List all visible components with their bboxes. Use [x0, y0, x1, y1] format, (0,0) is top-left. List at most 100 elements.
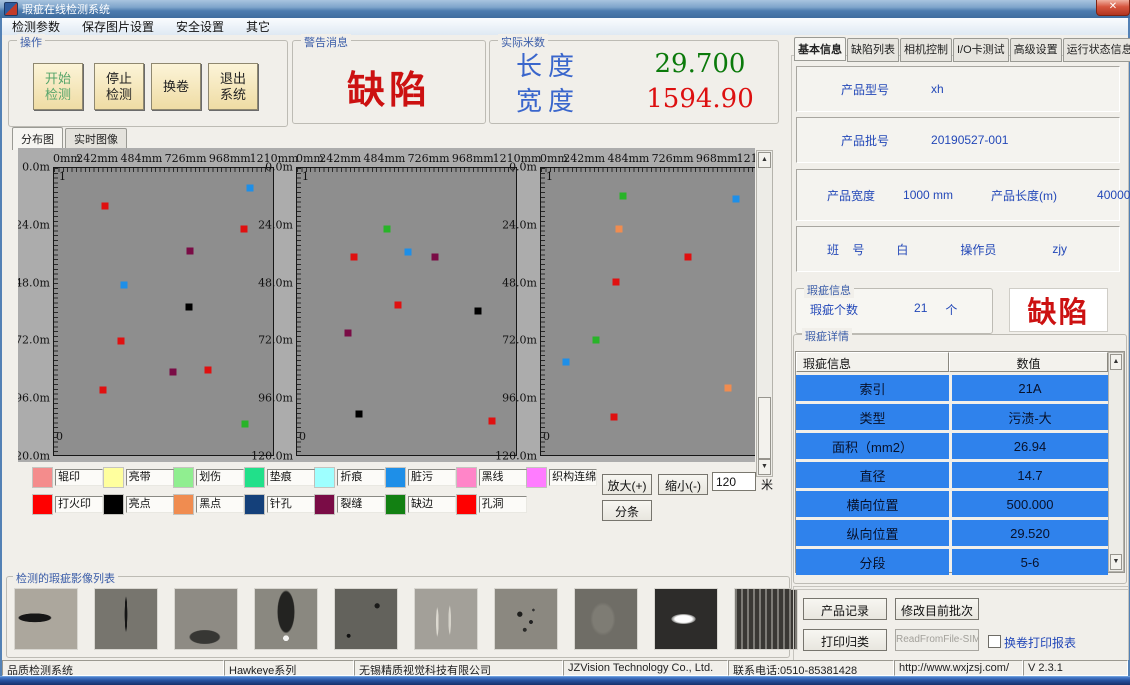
table-scrollbar[interactable]: ▲ ▼ [1108, 352, 1124, 572]
defect-point [431, 253, 438, 260]
defect-thumbnail[interactable] [654, 588, 718, 650]
legend-label: 织构连绵 [549, 469, 597, 486]
operator-label: 操作员 [960, 241, 996, 258]
app-icon [4, 2, 18, 16]
application-window: 瑕疵在线检测系统 ✕ 检测参数 保存图片设置 安全设置 其它 操作 开始检测 停… [0, 0, 1130, 685]
warning-group: 警告消息 缺陷 [292, 40, 486, 124]
scatter-plot[interactable]: 1 0 [540, 167, 755, 456]
meter-range-input[interactable] [712, 472, 756, 491]
defect-image-list-title: 检测的瑕疵影像列表 [13, 570, 118, 586]
product-width-value: 1000 mm [903, 188, 953, 202]
x-axis-labels: 0mm242mm484mm726mm968mm1210mm [53, 149, 274, 166]
legend-color-swatch [457, 495, 476, 514]
modify-batch-button[interactable]: 修改目前批次 [895, 598, 979, 620]
defect-point [102, 203, 109, 210]
strip-zero-label: 0 [299, 430, 306, 443]
scroll-thumb[interactable] [758, 397, 771, 459]
product-batch-value: 20190527-001 [931, 133, 1008, 147]
split-strips-button[interactable]: 分条 [602, 500, 652, 521]
table-row[interactable]: 类型污渍-大 [796, 404, 1124, 430]
defect-thumbnail[interactable] [494, 588, 558, 650]
scatter-plot[interactable]: 1 0 [296, 167, 517, 456]
defect-point [118, 338, 125, 345]
exit-system-button[interactable]: 退出系统 [208, 63, 258, 110]
defect-thumbnail[interactable] [94, 588, 158, 650]
defect-thumbnail[interactable] [174, 588, 238, 650]
main-content: 操作 开始检测 停止检测 换卷 退出系统 警告消息 缺陷 实际米数 长度 29.… [2, 35, 1128, 660]
print-classify-button[interactable]: 打印归类 [803, 629, 887, 651]
defect-thumbnail[interactable] [14, 588, 78, 650]
tab-defect-list[interactable]: 缺陷列表 [847, 38, 899, 62]
status-version: V 2.3.1 [1023, 660, 1128, 676]
table-row[interactable]: 分段5-6 [796, 549, 1124, 575]
menu-item-save-image-settings[interactable]: 保存图片设置 [82, 18, 154, 35]
scroll-up-icon[interactable]: ▲ [1110, 354, 1122, 370]
table-row[interactable]: 面积（mm2）26.94 [796, 433, 1124, 459]
legend-label: 划伤 [196, 469, 244, 486]
scatter-panel-2: 0mm242mm484mm726mm968mm1210mm 0.0m24.0m4… [263, 148, 517, 462]
defect-point [247, 185, 254, 192]
menu-item-security-settings[interactable]: 安全设置 [176, 18, 224, 35]
product-model-label: 产品型号 [841, 81, 889, 98]
legend-color-swatch [104, 495, 123, 514]
defect-point [592, 337, 599, 344]
scroll-up-icon[interactable]: ▲ [758, 152, 771, 168]
table-row[interactable]: 索引21A [796, 375, 1124, 401]
legend-color-swatch [386, 468, 405, 487]
close-button[interactable]: ✕ [1096, 0, 1130, 16]
zoom-in-button[interactable]: 放大(+) [602, 474, 652, 495]
legend-label: 垫痕 [267, 469, 315, 486]
zoom-out-button[interactable]: 缩小(-) [658, 474, 708, 495]
product-record-button[interactable]: 产品记录 [803, 598, 887, 620]
product-model-row: 产品型号 xh [796, 66, 1120, 112]
legend-item: 打火印 [33, 495, 104, 514]
legend-label: 打火印 [55, 496, 103, 513]
legend-item: 缺边 [386, 495, 457, 514]
defect-point [345, 330, 352, 337]
tab-running-status[interactable]: 运行状态信息 [1063, 38, 1130, 62]
print-report-checkbox[interactable] [988, 635, 1001, 648]
legend-item: 针孔 [245, 495, 316, 514]
scatter-panel-3: 0mm242mm484mm726mm968mm1210mm 0.0m24.0m4… [507, 148, 755, 462]
menu-item-other[interactable]: 其它 [246, 18, 270, 35]
defect-thumbnail[interactable] [734, 588, 798, 650]
legend-label: 缺边 [408, 496, 456, 513]
defect-count-unit: 个 [945, 301, 957, 318]
product-length-value: 40000 [1097, 188, 1130, 202]
tab-basic-info[interactable]: 基本信息 [794, 37, 846, 61]
legend-item: 裂缝 [315, 495, 386, 514]
table-row[interactable]: 横向位置500.000 [796, 491, 1124, 517]
scroll-down-icon[interactable]: ▼ [758, 459, 771, 475]
legend-label: 脏污 [408, 469, 456, 486]
width-label: 宽度 [516, 81, 636, 118]
legend-color-swatch [33, 495, 52, 514]
defect-point [355, 410, 362, 417]
tab-distribution-map[interactable]: 分布图 [12, 127, 63, 150]
defect-thumbnail[interactable] [254, 588, 318, 650]
table-row[interactable]: 纵向位置29.520 [796, 520, 1124, 546]
plot-scrollbar[interactable]: ▲ ▼ [756, 150, 773, 477]
scroll-down-icon[interactable]: ▼ [1110, 554, 1122, 570]
defect-point [489, 417, 496, 424]
defect-thumbnail[interactable] [574, 588, 638, 650]
shift-operator-row: 班 号 白 操作员 zjy [796, 226, 1120, 272]
meter-unit-label: 米 [761, 476, 773, 493]
legend-label: 裂缝 [337, 496, 385, 513]
defect-point [616, 225, 623, 232]
defect-thumbnail[interactable] [414, 588, 478, 650]
defect-thumbnail[interactable] [334, 588, 398, 650]
start-detection-button[interactable]: 开始检测 [33, 63, 83, 110]
windows-taskbar[interactable] [0, 676, 1130, 685]
defect-count-label: 瑕疵个数 [810, 301, 858, 318]
y-axis-labels: 0.0m24.0m48.0m72.0m96.0m120.0m [507, 167, 538, 456]
defect-info-group-title: 瑕疵信息 [804, 282, 854, 298]
menu-item-detection-params[interactable]: 检测参数 [12, 18, 60, 35]
tab-camera-control[interactable]: 相机控制 [900, 38, 952, 62]
table-row[interactable]: 直径14.7 [796, 462, 1124, 488]
tab-io-card-test[interactable]: I/O卡测试 [953, 38, 1009, 62]
table-header-info: 瑕疵信息 [796, 352, 949, 372]
change-roll-button[interactable]: 换卷 [151, 63, 201, 110]
scatter-plot[interactable]: 1 0 [53, 167, 274, 456]
stop-detection-button[interactable]: 停止检测 [94, 63, 144, 110]
tab-advanced-settings[interactable]: 高级设置 [1010, 38, 1062, 62]
